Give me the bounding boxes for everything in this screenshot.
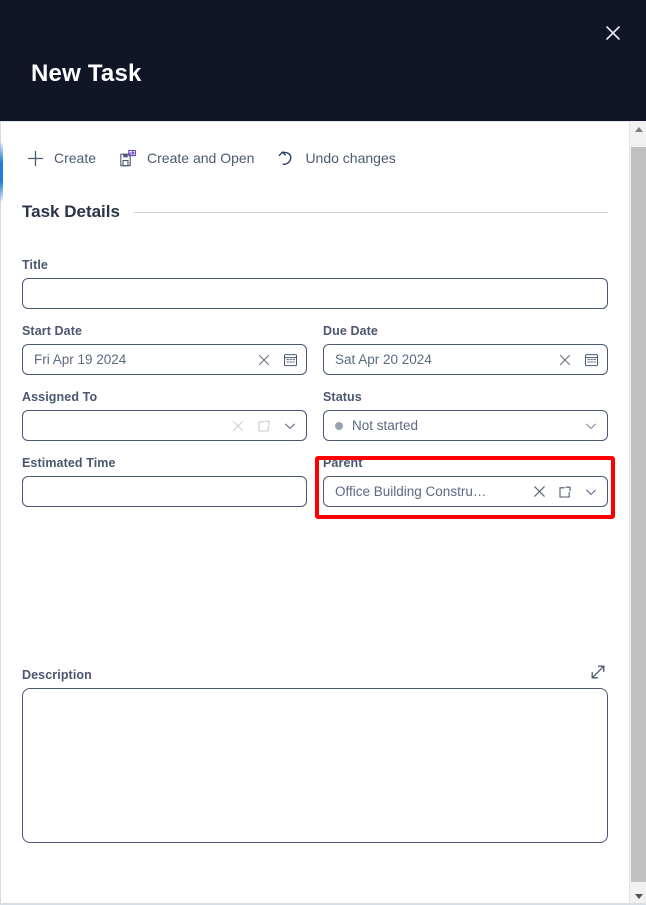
assigned-to-adornments: [224, 418, 298, 434]
chevron-down-icon[interactable]: [583, 484, 599, 500]
status-adornments: [577, 418, 599, 434]
estimated-time-input[interactable]: [22, 476, 307, 507]
clear-x-icon[interactable]: [557, 352, 573, 368]
due-date-label: Due Date: [323, 324, 378, 338]
description-label: Description: [22, 668, 92, 682]
chevron-down-icon[interactable]: [282, 418, 298, 434]
parent-value: Office Building Constru…: [335, 484, 487, 499]
status-value: Not started: [352, 418, 419, 433]
open-external-icon[interactable]: [256, 418, 272, 434]
assigned-to-input[interactable]: [22, 410, 307, 441]
scroll-up-arrow-icon[interactable]: [630, 121, 646, 138]
create-button[interactable]: Create: [25, 143, 96, 173]
field-title: Title: [22, 258, 608, 309]
due-date-value: Sat Apr 20 2024: [335, 352, 432, 367]
calendar-icon[interactable]: [583, 352, 599, 368]
clear-x-icon[interactable]: [531, 484, 547, 500]
dialog-body: Create Create and Open Undo changes Task…: [0, 121, 646, 905]
description-header: Description: [22, 662, 608, 682]
close-icon[interactable]: [597, 17, 629, 49]
assignee-status-row: Assigned To Status Not started: [22, 390, 608, 441]
parent-label: Parent: [323, 456, 363, 470]
command-toolbar: Create Create and Open Undo changes: [0, 136, 612, 180]
parent-input[interactable]: Office Building Constru…: [323, 476, 608, 507]
vertical-scrollbar[interactable]: [629, 121, 646, 905]
due-date-input[interactable]: Sat Apr 20 2024: [323, 344, 608, 375]
field-assigned-to: Assigned To: [22, 390, 307, 441]
status-dot-icon: [335, 421, 343, 430]
field-status: Status Not started: [323, 390, 608, 441]
parent-adornments: [525, 484, 599, 500]
page-title: New Task: [31, 60, 142, 87]
start-date-value: Fri Apr 19 2024: [34, 352, 127, 367]
plus-icon: [25, 148, 45, 168]
chevron-down-icon[interactable]: [583, 418, 599, 434]
open-external-icon[interactable]: [557, 484, 573, 500]
left-edge-divider: [0, 122, 1, 905]
date-row: Start Date Fri Apr 19 2024 Due Date Sat …: [22, 324, 608, 375]
section-title: Task Details: [22, 202, 120, 221]
start-date-label: Start Date: [22, 324, 83, 338]
undo-changes-button-label: Undo changes: [305, 150, 396, 166]
save-and-open-icon: [118, 148, 138, 168]
field-due-date: Due Date Sat Apr 20 2024: [323, 324, 608, 375]
task-details-section-header: Task Details: [22, 202, 608, 222]
field-estimated-time: Estimated Time: [22, 456, 307, 507]
due-date-adornments: [551, 352, 599, 368]
field-description: Description: [22, 662, 608, 843]
new-task-dialog: New Task Create Create and Open Undo cha…: [0, 0, 646, 905]
section-divider: [133, 211, 608, 213]
create-and-open-button-label: Create and Open: [147, 150, 255, 166]
create-button-label: Create: [54, 150, 97, 166]
start-date-input[interactable]: Fri Apr 19 2024: [22, 344, 307, 375]
title-label: Title: [22, 258, 48, 272]
scrollbar-thumb[interactable]: [631, 147, 646, 882]
create-and-open-button[interactable]: Create and Open: [118, 143, 254, 173]
status-label: Status: [323, 390, 362, 404]
description-textarea[interactable]: [22, 688, 608, 843]
undo-changes-button[interactable]: Undo changes: [276, 143, 396, 173]
clear-x-icon[interactable]: [230, 418, 246, 434]
title-input[interactable]: [22, 278, 608, 309]
status-select[interactable]: Not started: [323, 410, 608, 441]
clear-x-icon[interactable]: [256, 352, 272, 368]
undo-icon: [276, 148, 296, 168]
assigned-to-label: Assigned To: [22, 390, 98, 404]
start-date-adornments: [250, 352, 298, 368]
estimated-time-label: Estimated Time: [22, 456, 116, 470]
field-start-date: Start Date Fri Apr 19 2024: [22, 324, 307, 375]
calendar-icon[interactable]: [282, 352, 298, 368]
dialog-header: New Task: [0, 0, 646, 121]
field-parent: Parent Office Building Constru…: [323, 456, 608, 507]
estimate-parent-row: Estimated Time Parent Office Building Co…: [22, 456, 608, 507]
expand-diagonal-icon[interactable]: [588, 662, 608, 682]
